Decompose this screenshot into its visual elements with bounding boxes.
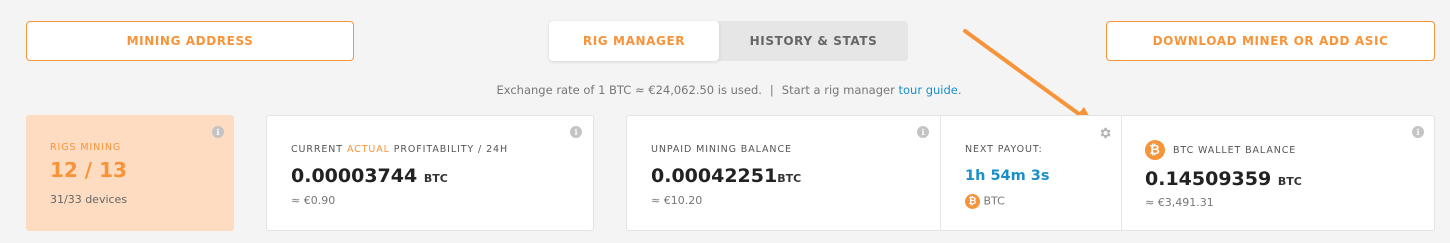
wallet-unit: BTC (1277, 175, 1302, 188)
gear-icon[interactable] (1098, 126, 1112, 140)
unpaid-amount: 0.00042251 (651, 165, 778, 187)
profitability-label: CURRENT ACTUAL PROFITABILITY / 24H (291, 144, 508, 155)
profitability-value: 0.00003744 BTC (291, 165, 448, 187)
tab-rig-manager[interactable]: RIG MANAGER (549, 21, 719, 61)
info-icon[interactable]: i (1412, 126, 1424, 138)
next-payout-label: NEXT PAYOUT: (965, 144, 1043, 155)
rigs-mining-count: 12 / 13 (50, 158, 127, 182)
bitcoin-icon: ₿ (1145, 140, 1165, 160)
divider (940, 116, 941, 230)
mining-address-button[interactable]: MINING ADDRESS (26, 21, 354, 61)
info-icon[interactable]: i (570, 126, 582, 138)
devices-count: 31/33 devices (50, 193, 128, 206)
exchange-rate-text: Exchange rate of 1 BTC ≈ €24,062.50 is u… (496, 83, 762, 97)
tour-prefix: Start a rig manager (781, 83, 895, 97)
wallet-label: BTC WALLET BALANCE (1173, 144, 1297, 156)
payout-currency-label: BTC (983, 194, 1005, 208)
wallet-value: 0.14509359 BTC (1145, 168, 1302, 190)
wallet-label-row: ₿ BTC WALLET BALANCE (1145, 140, 1296, 160)
bitcoin-icon: ₿ (965, 194, 980, 209)
info-icon[interactable]: i (212, 126, 224, 138)
profitability-card: i CURRENT ACTUAL PROFITABILITY / 24H 0.0… (266, 115, 594, 231)
view-tabs: RIG MANAGER HISTORY & STATS (549, 21, 908, 61)
exchange-rate-line: Exchange rate of 1 BTC ≈ €24,062.50 is u… (0, 83, 1450, 97)
label-actual: ACTUAL (346, 144, 390, 155)
unpaid-label: UNPAID MINING BALANCE (651, 144, 792, 155)
tab-history-stats[interactable]: HISTORY & STATS (719, 21, 908, 61)
separator: | (769, 83, 774, 97)
tour-guide-link[interactable]: tour guide (898, 83, 957, 97)
download-miner-button[interactable]: DOWNLOAD MINER OR ADD ASIC (1106, 21, 1435, 61)
unpaid-unit: BTC (777, 172, 802, 185)
payout-currency: ₿ BTC (965, 194, 1005, 209)
next-payout-time: 1h 54m 3s (965, 168, 1050, 184)
unpaid-fiat: ≈ €10.20 (651, 194, 703, 207)
unpaid-value: 0.00042251BTC (651, 165, 801, 187)
wallet-amount: 0.14509359 (1145, 168, 1272, 190)
rigs-mining-label: RIGS MINING (50, 142, 122, 153)
label-suffix: PROFITABILITY / 24H (393, 144, 509, 155)
label-prefix: CURRENT (291, 144, 344, 155)
divider (1121, 116, 1122, 230)
rigs-mining-card: i RIGS MINING 12 / 13 31/33 devices (26, 115, 234, 231)
profitability-unit: BTC (423, 172, 448, 185)
profitability-amount: 0.00003744 (291, 165, 418, 187)
info-icon[interactable]: i (917, 126, 929, 138)
wallet-fiat: ≈ €3,491.31 (1145, 196, 1214, 209)
balance-card: i UNPAID MINING BALANCE 0.00042251BTC ≈ … (626, 115, 1435, 231)
profitability-fiat: ≈ €0.90 (291, 194, 336, 207)
